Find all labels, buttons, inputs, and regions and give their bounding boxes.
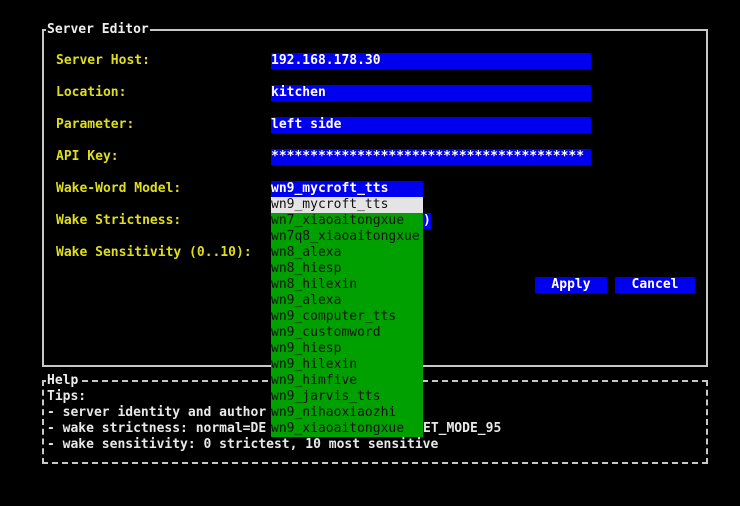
dropdown-option[interactable]: wn9_mycroft_tts [271, 197, 423, 213]
wake-word-model-select[interactable]: wn9_mycroft_tts [271, 181, 423, 197]
dropdown-option[interactable]: wn9_customword [271, 325, 423, 341]
dropdown-option[interactable]: wn9_nihaoxiaozhi [271, 405, 423, 421]
cancel-button[interactable]: Cancel [615, 277, 695, 293]
wake-sensitivity-label: Wake Sensitivity (0..10): [56, 245, 252, 261]
dropdown-option[interactable]: wn9_hiesp [271, 341, 423, 357]
dropdown-option[interactable]: wn7q8_xiaoaitongxue [271, 229, 423, 245]
dropdown-option[interactable]: wn9_himfive [271, 373, 423, 389]
wake-strictness-select[interactable]: ) [423, 213, 431, 229]
wake-strictness-label: Wake Strictness: [56, 213, 181, 229]
help-line: Tips: [47, 389, 86, 405]
help-line: - server identity and author [47, 405, 266, 421]
parameter-input[interactable]: left side [271, 117, 591, 133]
api-key-label: API Key: [56, 149, 119, 165]
location-label: Location: [56, 85, 126, 101]
dropdown-option[interactable]: wn9_computer_tts [271, 309, 423, 325]
help-line-tail: ET_MODE_95 [423, 421, 501, 437]
dropdown-option[interactable]: wn8_hiesp [271, 261, 423, 277]
dropdown-option[interactable]: wn8_alexa [271, 245, 423, 261]
dropdown-option[interactable]: wn8_hilexin [271, 277, 423, 293]
wake-word-dropdown[interactable]: wn9_mycroft_ttswn7_xiaoaitongxuewn7q8_xi… [271, 197, 423, 437]
location-input[interactable]: kitchen [271, 85, 591, 101]
dropdown-option[interactable]: wn9_hilexin [271, 357, 423, 373]
dropdown-option[interactable]: wn9_jarvis_tts [271, 389, 423, 405]
server-host-label: Server Host: [56, 53, 150, 69]
wake-word-model-label: Wake-Word Model: [56, 181, 181, 197]
apply-button[interactable]: Apply [535, 277, 607, 293]
help-line: - wake strictness: normal=DE [47, 421, 266, 437]
api-key-input[interactable]: **************************************** [271, 149, 591, 165]
dropdown-option[interactable]: wn9_xiaoaitongxue [271, 421, 423, 437]
help-line: - wake sensitivity: 0 strictest, 10 most… [47, 437, 438, 453]
parameter-label: Parameter: [56, 117, 134, 133]
server-editor-title: Server Editor [46, 22, 150, 38]
server-host-input[interactable]: 192.168.178.30 [271, 53, 591, 69]
help-title: Help [46, 373, 79, 389]
dropdown-option[interactable]: wn9_alexa [271, 293, 423, 309]
dropdown-option[interactable]: wn7_xiaoaitongxue [271, 213, 423, 229]
